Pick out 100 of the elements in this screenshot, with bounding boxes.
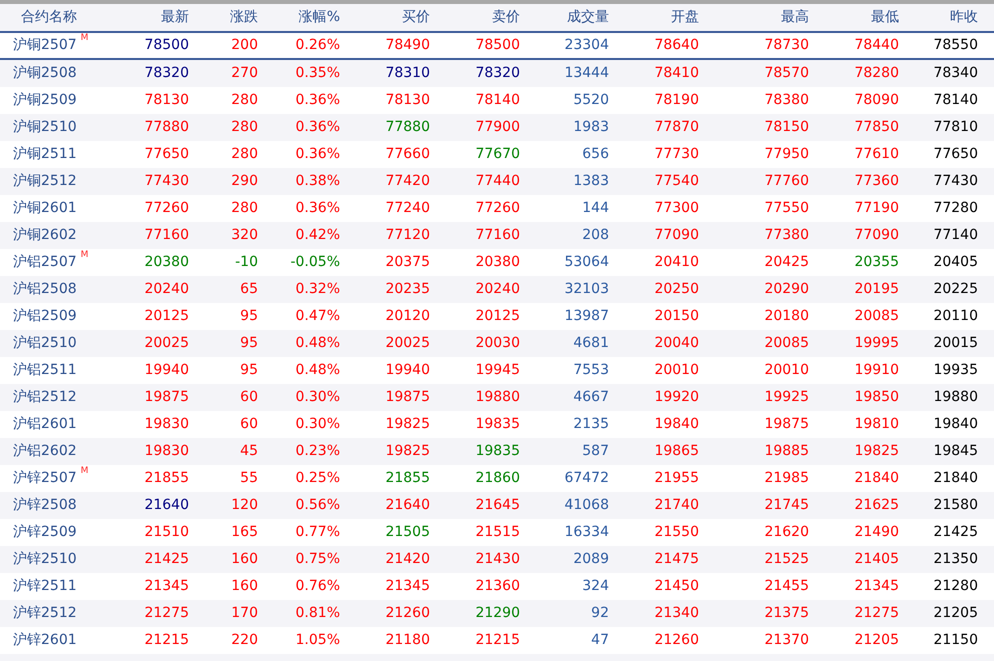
table-cell: 20235	[385, 281, 430, 297]
table-cell: 0.42%	[296, 227, 340, 243]
quote-row[interactable]: 沪铜2512 77430 290 0.38% 77420 77440 1383 77540 77760 77360 77430	[0, 168, 994, 195]
quote-row[interactable]: 沪铝2508 20240 65 0.32% 20235 20240 32103 20250 20290 20195 20225	[0, 276, 994, 303]
table-cell: 20425	[764, 254, 809, 270]
table-cell: 1.05%	[296, 632, 340, 648]
table-cell: 77380	[764, 227, 809, 243]
table-cell: -10	[235, 254, 258, 270]
table-cell: 0.48%	[296, 362, 340, 378]
table-cell: 78190	[654, 92, 699, 108]
table-cell: 19940	[385, 362, 430, 378]
column-header[interactable]: 买价	[402, 9, 430, 25]
table-cell: 587	[582, 443, 609, 459]
table-cell: 77670	[475, 146, 520, 162]
quote-row[interactable]: 沪铜2510 77880 280 0.36% 77880 77900 1983 77870 78150 77850 77810	[0, 114, 994, 141]
table-cell: 19835	[475, 416, 520, 432]
column-header[interactable]: 合约名称	[21, 9, 77, 25]
table-cell: 21505	[385, 524, 430, 540]
table-cell: 78090	[854, 92, 899, 108]
table-cell: 19875	[144, 389, 189, 405]
table-cell: 78730	[764, 37, 809, 53]
table-cell: 19850	[854, 389, 899, 405]
table-cell: 21180	[385, 632, 430, 648]
table-cell: 21985	[764, 470, 809, 486]
contract-name: 沪铝2511	[13, 361, 77, 380]
table-cell: 20110	[933, 308, 978, 324]
table-cell: 7553	[573, 362, 609, 378]
table-cell: 45	[240, 443, 258, 459]
table-cell: 20040	[654, 335, 699, 351]
table-cell: 77650	[933, 146, 978, 162]
table-cell: 270	[231, 65, 258, 81]
table-cell: 21550	[654, 524, 699, 540]
table-cell: 20380	[144, 254, 189, 270]
table-cell: 78570	[764, 65, 809, 81]
table-cell: 0.36%	[296, 146, 340, 162]
quote-row[interactable]: 沪锌2508 21640 120 0.56% 21640 21645 41068 21740 21745 21625 21580	[0, 492, 994, 519]
table-cell: 19865	[654, 443, 699, 459]
table-cell: 21455	[764, 578, 809, 594]
table-cell: 21345	[385, 578, 430, 594]
column-header[interactable]: 涨跌	[230, 9, 258, 25]
table-cell: 2089	[573, 551, 609, 567]
quote-row[interactable]: 沪铝2512 19875 60 0.30% 19875 19880 4667 19920 19925 19850 19880	[0, 384, 994, 411]
column-header[interactable]: 最新	[161, 9, 189, 25]
table-cell: 19810	[854, 416, 899, 432]
contract-name: 沪锌2510	[13, 550, 77, 569]
quote-row[interactable]: 沪铜2602 77160 320 0.42% 77120 77160 208 77090 77380 77090 77140	[0, 222, 994, 249]
quote-row[interactable]: 沪锌2512 21275 170 0.81% 21260 21290 92 21340 21375 21275 21205	[0, 600, 994, 627]
quote-row[interactable]: 沪铜2508 78320 270 0.35% 78310 78320 13444 78410 78570 78280 78340	[0, 60, 994, 87]
table-cell: 78140	[475, 92, 520, 108]
table-cell: 280	[231, 200, 258, 216]
table-cell: 0.23%	[296, 443, 340, 459]
column-header[interactable]: 卖价	[492, 9, 520, 25]
table-cell: 0.30%	[296, 389, 340, 405]
column-header[interactable]: 昨收	[950, 9, 978, 25]
quote-row[interactable]: 沪铝2510 20025 95 0.48% 20025 20030 4681 20040 20085 19995 20015	[0, 330, 994, 357]
contract-name: 沪铝2602	[13, 442, 77, 461]
table-cell: 77300	[654, 200, 699, 216]
table-cell: 21275	[144, 605, 189, 621]
table-cell: 0.38%	[296, 173, 340, 189]
column-header[interactable]: 涨幅%	[298, 9, 340, 25]
quote-row[interactable]: 沪铝2602 19830 45 0.23% 19825 19835 587 19865 19885 19825 19845	[0, 438, 994, 465]
column-header[interactable]: 最低	[871, 9, 899, 25]
table-cell: 21620	[764, 524, 809, 540]
table-cell: 21645	[475, 497, 520, 513]
table-cell: 290	[231, 173, 258, 189]
table-cell: 160	[231, 578, 258, 594]
table-cell: 32103	[564, 281, 609, 297]
table-cell: 20010	[654, 362, 699, 378]
table-cell: 78320	[475, 65, 520, 81]
table-cell: 78140	[933, 92, 978, 108]
table-cell: 21370	[764, 632, 809, 648]
table-cell: 4681	[573, 335, 609, 351]
table-cell: 19995	[854, 335, 899, 351]
table-cell: 4667	[573, 389, 609, 405]
table-cell: 78500	[144, 37, 189, 53]
contract-name: 沪铝2510	[13, 334, 77, 353]
table-cell: 77120	[385, 227, 430, 243]
table-cell: 0.75%	[296, 551, 340, 567]
table-cell: 656	[582, 146, 609, 162]
table-cell: 20380	[475, 254, 520, 270]
contract-name: 沪铝2512	[13, 388, 77, 407]
table-cell: 21345	[144, 578, 189, 594]
contract-name: 沪铝2509	[13, 307, 77, 326]
table-cell: 78410	[654, 65, 699, 81]
table-cell: 280	[231, 92, 258, 108]
table-cell: 77280	[933, 200, 978, 216]
table-cell: 165	[231, 524, 258, 540]
quote-row[interactable]: 沪铜2507 M 78500 200 0.26% 78490 78500 23304 78640 78730 78440 78550	[0, 33, 994, 60]
table-cell: 19910	[854, 362, 899, 378]
table-cell: 21640	[144, 497, 189, 513]
contract-name: 沪锌2511	[13, 577, 77, 596]
table-cell: 0.81%	[296, 605, 340, 621]
table-cell: 77760	[764, 173, 809, 189]
column-header[interactable]: 最高	[781, 9, 809, 25]
column-header[interactable]: 成交量	[567, 9, 609, 25]
main-contract-mark: M	[80, 249, 88, 262]
column-header[interactable]: 开盘	[671, 9, 699, 25]
quote-row[interactable]: 沪锌2510 21425 160 0.75% 21420 21430 2089 21475 21525 21405 21350	[0, 546, 994, 573]
table-cell: 19840	[654, 416, 699, 432]
table-cell: 20085	[764, 335, 809, 351]
